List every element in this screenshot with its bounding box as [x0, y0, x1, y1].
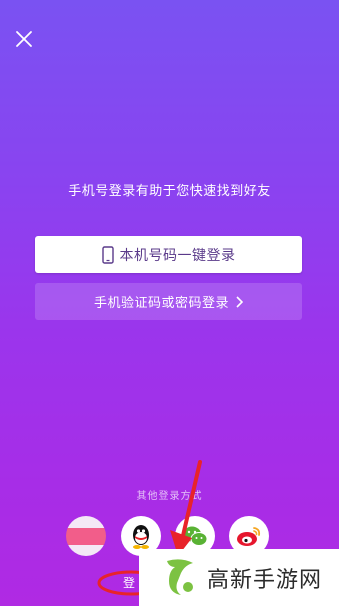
login-tagline: 手机号登录有助于您快速找到好友	[68, 184, 271, 199]
one-click-login-label: 本机号码一键登录	[119, 247, 236, 264]
other-login-label: 其他登录方式	[136, 491, 203, 502]
sms-password-login-label: 手机验证码或密码登录	[93, 296, 229, 311]
site-logo-icon	[167, 558, 193, 595]
wechat-icon	[183, 526, 208, 546]
phone-login-option[interactable]	[66, 516, 106, 556]
qq-icon	[133, 525, 149, 549]
close-icon	[16, 31, 32, 47]
weibo-icon	[237, 527, 261, 546]
chevron-right-icon	[236, 295, 243, 308]
one-click-login-button[interactable]: 本机号码一键登录	[35, 236, 302, 273]
sms-password-login-button[interactable]: 手机验证码或密码登录	[35, 283, 302, 320]
login-hint-text: 登	[123, 576, 136, 590]
close-button[interactable]	[14, 29, 34, 49]
watermark-text: 高新手游网	[207, 567, 323, 593]
watermark-banner: 高新手游网	[139, 549, 339, 606]
phone-icon	[101, 245, 114, 264]
